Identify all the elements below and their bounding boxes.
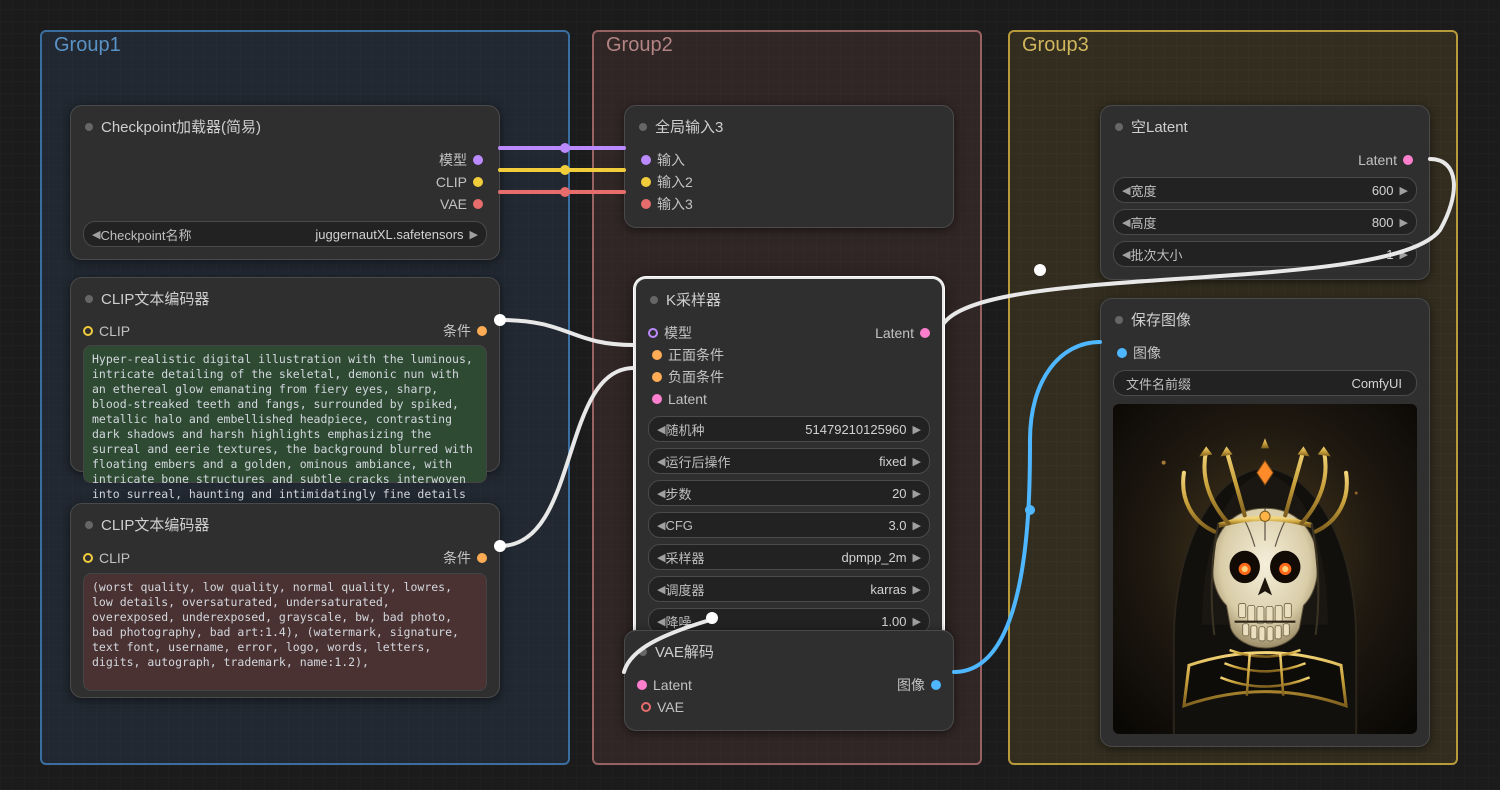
output-model-label: 模型 (439, 150, 467, 170)
output-cond-port[interactable] (477, 326, 487, 336)
global-input-2[interactable]: 输入2 (635, 171, 943, 193)
input-vae[interactable]: VAE (635, 696, 943, 718)
input-image-label: 图像 (1133, 343, 1161, 363)
output-model[interactable]: 模型 (81, 149, 489, 171)
port-dot-icon (473, 199, 483, 209)
input-negative-label: 负面条件 (668, 367, 724, 387)
node-clip-pos-title: CLIP文本编码器 (71, 278, 499, 317)
widget-sampler[interactable]: ◀采样器dpmpp_2m▶ (648, 544, 930, 570)
port-dot-icon (1117, 348, 1127, 358)
node-empty-latent-title: 空Latent (1101, 106, 1429, 145)
output-latent-label: Latent (875, 325, 914, 341)
port-dot-icon (473, 177, 483, 187)
chevron-right-icon: ▶ (470, 228, 478, 241)
input-clip-port[interactable] (83, 553, 93, 563)
port-dot-icon (641, 702, 651, 712)
node-clip-neg-title: CLIP文本编码器 (71, 504, 499, 543)
output-image-preview (1113, 404, 1417, 734)
output-image-port[interactable] (931, 680, 941, 690)
output-clip-label: CLIP (436, 174, 467, 190)
output-cond-label: 条件 (443, 548, 471, 568)
output-latent[interactable]: Latent (1111, 149, 1419, 171)
widget-filename-value: ComfyUI (1351, 376, 1402, 391)
port-dot-icon (473, 155, 483, 165)
chevron-left-icon: ◀ (92, 228, 100, 241)
textarea-negative-prompt[interactable]: (worst quality, low quality, normal qual… (83, 573, 487, 691)
input-clip-port[interactable] (83, 326, 93, 336)
widget-steps[interactable]: ◀步数20▶ (648, 480, 930, 506)
node-save-image[interactable]: 保存图像 图像 文件名前缀 ComfyUI (1100, 298, 1430, 747)
port-dot-icon (652, 372, 662, 382)
widget-checkpoint-label: Checkpoint名称 (100, 225, 309, 244)
output-latent-label: Latent (1358, 152, 1397, 168)
output-vae[interactable]: VAE (81, 193, 489, 215)
global-input-3-label: 输入3 (657, 194, 693, 214)
input-latent[interactable]: Latent (646, 388, 932, 410)
port-dot-icon (641, 199, 651, 209)
widget-scheduler[interactable]: ◀调度器karras▶ (648, 576, 930, 602)
global-input-2-label: 输入2 (657, 172, 693, 192)
node-ksampler[interactable]: K采样器 模型 Latent 正面条件 负面条件 Latent ◀随机种5147… (634, 277, 944, 648)
widget-filename-prefix[interactable]: 文件名前缀 ComfyUI (1113, 370, 1417, 396)
node-save-image-title: 保存图像 (1101, 299, 1429, 338)
widget-batch[interactable]: ◀批次大小1▶ (1113, 241, 1417, 267)
group-3-title: Group3 (1018, 30, 1093, 61)
input-latent-label: Latent (653, 677, 692, 693)
group-2-title: Group2 (602, 30, 677, 61)
input-vae-label: VAE (657, 699, 684, 715)
group-1-title: Group1 (50, 30, 125, 61)
widget-cfg[interactable]: ◀CFG3.0▶ (648, 512, 930, 538)
port-dot-icon (641, 155, 651, 165)
node-clip-positive[interactable]: CLIP文本编码器 CLIP 条件 Hyper-realistic digita… (70, 277, 500, 472)
input-image[interactable]: 图像 (1111, 342, 1419, 364)
output-image-label: 图像 (897, 675, 925, 695)
port-dot-icon (641, 177, 651, 187)
widget-control-after[interactable]: ◀运行后操作fixed▶ (648, 448, 930, 474)
textarea-positive-prompt[interactable]: Hyper-realistic digital illustration wit… (83, 345, 487, 483)
port-dot-icon (652, 350, 662, 360)
input-clip-label: CLIP (99, 550, 130, 566)
input-model-label: 模型 (664, 323, 692, 343)
node-vae-decode[interactable]: VAE解码 Latent 图像 VAE (624, 630, 954, 731)
global-input-1[interactable]: 输入 (635, 149, 943, 171)
output-cond-label: 条件 (443, 321, 471, 341)
input-positive-label: 正面条件 (668, 345, 724, 365)
input-model-port[interactable] (648, 328, 658, 338)
node-vae-title: VAE解码 (625, 631, 953, 670)
widget-checkpoint-value: juggernautXL.safetensors (315, 227, 463, 242)
output-clip[interactable]: CLIP (81, 171, 489, 193)
port-dot-icon (652, 394, 662, 404)
input-latent-port[interactable] (637, 680, 647, 690)
node-global-title: 全局输入3 (625, 106, 953, 145)
node-empty-latent[interactable]: 空Latent Latent ◀宽度600▶ ◀高度800▶ ◀批次大小1▶ (1100, 105, 1430, 280)
global-input-3[interactable]: 输入3 (635, 193, 943, 215)
widget-checkpoint-name[interactable]: ◀ Checkpoint名称 juggernautXL.safetensors … (83, 221, 487, 247)
input-negative[interactable]: 负面条件 (646, 366, 932, 388)
node-checkpoint-title: Checkpoint加载器(简易) (71, 106, 499, 145)
widget-seed[interactable]: ◀随机种51479210125960▶ (648, 416, 930, 442)
input-clip-label: CLIP (99, 323, 130, 339)
node-ksampler-title: K采样器 (636, 279, 942, 318)
node-checkpoint-loader[interactable]: Checkpoint加载器(简易) 模型 CLIP VAE ◀ Checkpoi… (70, 105, 500, 260)
output-cond-port[interactable] (477, 553, 487, 563)
widget-height[interactable]: ◀高度800▶ (1113, 209, 1417, 235)
output-vae-label: VAE (440, 196, 467, 212)
global-input-1-label: 输入 (657, 150, 685, 170)
input-latent-label: Latent (668, 391, 707, 407)
widget-filename-label: 文件名前缀 (1126, 374, 1345, 393)
port-dot-icon (1403, 155, 1413, 165)
node-clip-negative[interactable]: CLIP文本编码器 CLIP 条件 (worst quality, low qu… (70, 503, 500, 698)
widget-width[interactable]: ◀宽度600▶ (1113, 177, 1417, 203)
output-latent-port[interactable] (920, 328, 930, 338)
input-positive[interactable]: 正面条件 (646, 344, 932, 366)
node-global-inputs[interactable]: 全局输入3 输入 输入2 输入3 (624, 105, 954, 228)
